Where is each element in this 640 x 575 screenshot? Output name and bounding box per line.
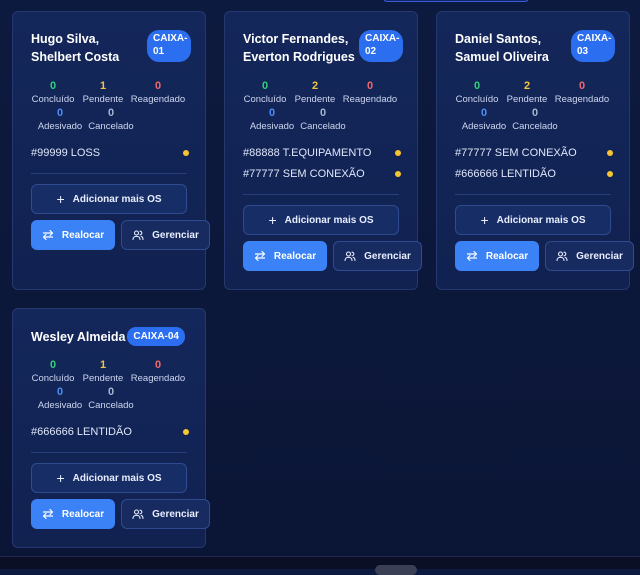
- users-icon: [344, 250, 356, 262]
- gerenciar-button[interactable]: Gerenciar: [121, 220, 210, 250]
- os-item[interactable]: #77777 SEM CONEXÃO: [243, 163, 401, 184]
- realocar-button[interactable]: Realocar: [31, 499, 115, 529]
- stat-reagendado: 0 Reagendado: [130, 80, 186, 105]
- os-item[interactable]: #88888 T.EQUIPAMENTO: [243, 142, 401, 163]
- gerenciar-button[interactable]: Gerenciar: [121, 499, 210, 529]
- card-header: Daniel Santos, Samuel Oliveira CAIXA-03: [455, 30, 615, 66]
- stat-adesivado: 0 Adesivado: [461, 107, 507, 132]
- caixa-badge: CAIXA-03: [571, 30, 615, 62]
- team-card: Victor Fernandes, Everton Rodrigues CAIX…: [224, 11, 422, 290]
- bottom-bar: [0, 556, 640, 569]
- stats-block: 0 Concluído 2 Pendente 0 Reagendado 0 Adesiv…: [225, 80, 417, 136]
- divider: [31, 173, 187, 174]
- top-action-button-edge[interactable]: [383, 0, 529, 2]
- team-card: Hugo Silva, Shelbert Costa CAIXA-01 0 Con…: [12, 11, 210, 290]
- users-icon: [556, 250, 568, 262]
- bottom-bar-handle[interactable]: [375, 565, 417, 575]
- gerenciar-button[interactable]: Gerenciar: [545, 241, 634, 271]
- users-icon: [132, 229, 144, 241]
- team-names: Wesley Almeida: [31, 329, 126, 344]
- stats-block: 0 Concluído 2 Pendente 0 Reagendado 0 Adesiv…: [437, 80, 629, 136]
- swap-arrows-icon: [466, 250, 478, 262]
- stat-cancelado: 0 Cancelado: [88, 107, 134, 132]
- stat-pendente: 1 Pendente: [82, 359, 124, 384]
- divider: [31, 452, 187, 453]
- stat-reagendado: 0 Reagendado: [130, 359, 186, 384]
- status-dot: [607, 149, 613, 156]
- stat-cancelado: 0 Cancelado: [512, 107, 558, 132]
- team-names: Daniel Santos, Samuel Oliveira: [455, 32, 549, 64]
- os-item[interactable]: #666666 LENTIDÃO: [455, 163, 613, 184]
- stat-pendente: 1 Pendente: [82, 80, 124, 105]
- stat-adesivado: 0 Adesivado: [37, 386, 83, 411]
- os-list: #77777 SEM CONEXÃO #666666 LENTIDÃO: [455, 142, 613, 184]
- add-os-button[interactable]: + Adicionar mais OS: [243, 205, 399, 235]
- stat-pendente: 2 Pendente: [506, 80, 548, 105]
- stat-pendente: 2 Pendente: [294, 80, 336, 105]
- realocar-button[interactable]: Realocar: [243, 241, 327, 271]
- stat-concluido: 0 Concluído: [243, 80, 287, 105]
- os-list: #99999 LOSS: [31, 142, 189, 163]
- plus-icon: +: [56, 191, 65, 207]
- card-header: Victor Fernandes, Everton Rodrigues CAIX…: [243, 30, 403, 66]
- team-names: Victor Fernandes, Everton Rodrigues: [243, 32, 355, 64]
- status-dot: [395, 170, 401, 177]
- swap-arrows-icon: [42, 229, 54, 241]
- plus-icon: +: [56, 470, 65, 486]
- realocar-button[interactable]: Realocar: [455, 241, 539, 271]
- team-card: Wesley Almeida CAIXA-04 0 Concluído 1 Pend…: [12, 308, 210, 548]
- stat-adesivado: 0 Adesivado: [37, 107, 83, 132]
- status-dot: [183, 149, 189, 156]
- stat-cancelado: 0 Cancelado: [300, 107, 346, 132]
- status-dot: [395, 149, 401, 156]
- stats-block: 0 Concluído 1 Pendente 0 Reagendado 0 Adesiv…: [13, 359, 205, 415]
- divider: [243, 194, 399, 195]
- stat-concluido: 0 Concluído: [455, 80, 499, 105]
- status-dot: [183, 428, 189, 435]
- add-os-button[interactable]: + Adicionar mais OS: [31, 184, 187, 214]
- swap-arrows-icon: [254, 250, 266, 262]
- team-card: Daniel Santos, Samuel Oliveira CAIXA-03 …: [436, 11, 634, 290]
- swap-arrows-icon: [42, 508, 54, 520]
- os-item[interactable]: #666666 LENTIDÃO: [31, 421, 189, 442]
- plus-icon: +: [480, 212, 489, 228]
- os-item[interactable]: #99999 LOSS: [31, 142, 189, 163]
- divider: [455, 194, 611, 195]
- card-header: Wesley Almeida CAIXA-04: [31, 327, 191, 346]
- realocar-button[interactable]: Realocar: [31, 220, 115, 250]
- add-os-button[interactable]: + Adicionar mais OS: [31, 463, 187, 493]
- stat-adesivado: 0 Adesivado: [249, 107, 295, 132]
- stat-cancelado: 0 Cancelado: [88, 386, 134, 411]
- stats-block: 0 Concluído 1 Pendente 0 Reagendado 0 Adesiv…: [13, 80, 205, 136]
- status-dot: [607, 170, 613, 177]
- os-list: #666666 LENTIDÃO: [31, 421, 189, 442]
- caixa-badge: CAIXA-02: [359, 30, 403, 62]
- stat-concluido: 0 Concluído: [31, 80, 75, 105]
- os-item[interactable]: #77777 SEM CONEXÃO: [455, 142, 613, 163]
- card-header: Hugo Silva, Shelbert Costa CAIXA-01: [31, 30, 191, 66]
- caixa-badge: CAIXA-01: [147, 30, 191, 62]
- caixa-badge: CAIXA-04: [127, 327, 185, 346]
- stat-reagendado: 0 Reagendado: [342, 80, 398, 105]
- team-names: Hugo Silva, Shelbert Costa: [31, 32, 120, 64]
- gerenciar-button[interactable]: Gerenciar: [333, 241, 422, 271]
- os-list: #88888 T.EQUIPAMENTO #77777 SEM CONEXÃO: [243, 142, 401, 184]
- add-os-button[interactable]: + Adicionar mais OS: [455, 205, 611, 235]
- plus-icon: +: [268, 212, 277, 228]
- stat-concluido: 0 Concluído: [31, 359, 75, 384]
- stat-reagendado: 0 Reagendado: [554, 80, 610, 105]
- users-icon: [132, 508, 144, 520]
